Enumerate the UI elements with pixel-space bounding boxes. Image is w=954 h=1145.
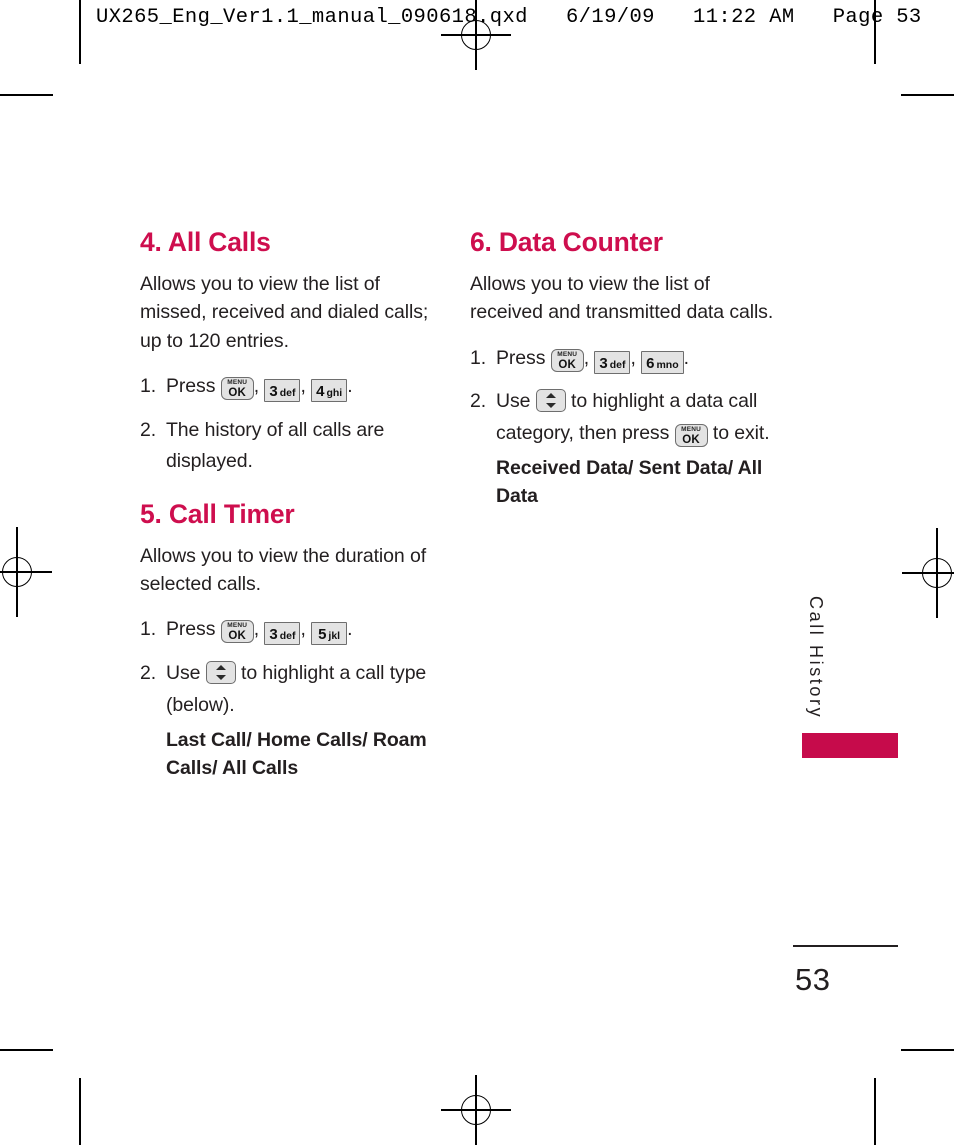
step-item: 2. Use to highlight a call type (below).: [140, 658, 450, 721]
step-text: Press: [166, 618, 216, 641]
number-key-3-icon: 3 def: [264, 378, 301, 402]
menu-key-top-label: MENU: [557, 350, 578, 358]
section-all-calls: 4. All Calls Allows you to view the list…: [140, 227, 450, 478]
separator-period: .: [347, 618, 353, 641]
step-text: Press: [166, 374, 216, 397]
step-item: 2. The history of all calls are displayed…: [140, 415, 450, 478]
number-key-letters: def: [609, 358, 626, 371]
number-key-letters: ghi: [326, 386, 343, 399]
step-item: 1. Press MENU OK, 3 def, 4 ghi.: [140, 371, 450, 403]
folio-rule: [793, 945, 898, 947]
number-key-digit: 5: [318, 626, 327, 644]
number-key-3-icon: 3 def: [594, 350, 631, 374]
number-key-5-icon: 5 jkl: [311, 622, 348, 646]
chevron-up-icon: [545, 393, 556, 399]
step-number: 1.: [140, 618, 157, 641]
step-item: 2. Use to highlight a data call category,…: [470, 386, 785, 449]
navigation-updown-key-icon: [535, 389, 566, 413]
number-key-digit: 3: [269, 382, 278, 400]
step-text: to exit.: [712, 421, 770, 444]
step-text: The history of all calls are displayed.: [166, 418, 385, 473]
number-key-letters: def: [279, 630, 296, 643]
menu-ok-key-icon: MENU OK: [550, 348, 584, 372]
menu-key-bottom-label: OK: [228, 386, 247, 399]
menu-key-bottom-label: OK: [228, 630, 247, 643]
number-key-digit: 6: [646, 354, 655, 372]
number-key-6-icon: 6 mno: [641, 350, 684, 374]
step-number: 1.: [140, 374, 157, 397]
menu-key-top-label: MENU: [681, 425, 702, 433]
chapter-tab-label: Call History: [806, 596, 826, 720]
step-number: 2.: [140, 418, 157, 441]
chevron-down-icon: [215, 674, 226, 680]
number-key-letters: def: [279, 386, 296, 399]
separator-period: .: [683, 346, 689, 369]
step-text: Use: [166, 661, 201, 684]
navigation-updown-key-icon: [205, 660, 236, 684]
number-key-letters: jkl: [328, 630, 341, 643]
step-item: 1. Press MENU OK, 3 def, 5 jkl.: [140, 614, 450, 646]
section-data-counter: 6. Data Counter Allows you to view the l…: [470, 227, 785, 511]
separator-comma: ,: [300, 618, 306, 641]
separator-comma: ,: [630, 346, 636, 369]
option-list-data-counter: Received Data/ Sent Data/ All Data: [496, 457, 763, 508]
section-description-data-counter: Allows you to view the list of received …: [470, 273, 774, 324]
step-text: Press: [496, 346, 546, 369]
step-number: 1.: [470, 346, 487, 369]
section-call-timer: 5. Call Timer Allows you to view the dur…: [140, 498, 450, 783]
separator-comma: ,: [300, 374, 306, 397]
section-title-data-counter: 6. Data Counter: [470, 227, 663, 257]
number-key-3-icon: 3 def: [264, 622, 301, 646]
chevron-down-icon: [545, 403, 556, 409]
chapter-tab-block: [802, 733, 898, 758]
chevron-up-icon: [215, 664, 226, 670]
right-column: 6. Data Counter Allows you to view the l…: [470, 227, 785, 511]
menu-key-bottom-label: OK: [682, 433, 700, 446]
number-key-digit: 3: [269, 626, 278, 644]
menu-key-top-label: MENU: [227, 622, 248, 630]
section-title-all-calls: 4. All Calls: [140, 227, 271, 257]
number-key-4-icon: 4 ghi: [311, 378, 348, 402]
step-item: 1. Press MENU OK, 3 def, 6 mno.: [470, 343, 785, 375]
section-description-all-calls: Allows you to view the list of missed, r…: [140, 273, 429, 352]
section-description-call-timer: Allows you to view the duration of selec…: [140, 544, 427, 596]
separator-comma: ,: [253, 374, 260, 397]
left-column: 4. All Calls Allows you to view the list…: [140, 227, 450, 783]
step-text: Use: [496, 390, 531, 413]
manual-page-content: 4. All Calls Allows you to view the list…: [0, 0, 954, 1145]
menu-ok-key-icon: MENU OK: [220, 620, 254, 644]
separator-period: .: [347, 374, 353, 397]
section-title-call-timer: 5. Call Timer: [140, 498, 295, 529]
menu-key-bottom-label: OK: [558, 358, 577, 371]
step-number: 2.: [470, 390, 487, 413]
number-key-letters: mno: [656, 358, 679, 371]
number-key-digit: 3: [599, 354, 608, 372]
menu-ok-key-icon: MENU OK: [674, 423, 708, 447]
step-number: 2.: [140, 661, 157, 684]
option-list-call-timer: Last Call/ Home Calls/ Roam Calls/ All C…: [166, 729, 427, 779]
menu-ok-key-icon: MENU OK: [220, 376, 254, 400]
separator-comma: ,: [583, 346, 590, 369]
number-key-digit: 4: [316, 382, 325, 400]
page-number: 53: [795, 962, 831, 997]
separator-comma: ,: [253, 618, 260, 641]
menu-key-top-label: MENU: [227, 378, 248, 386]
